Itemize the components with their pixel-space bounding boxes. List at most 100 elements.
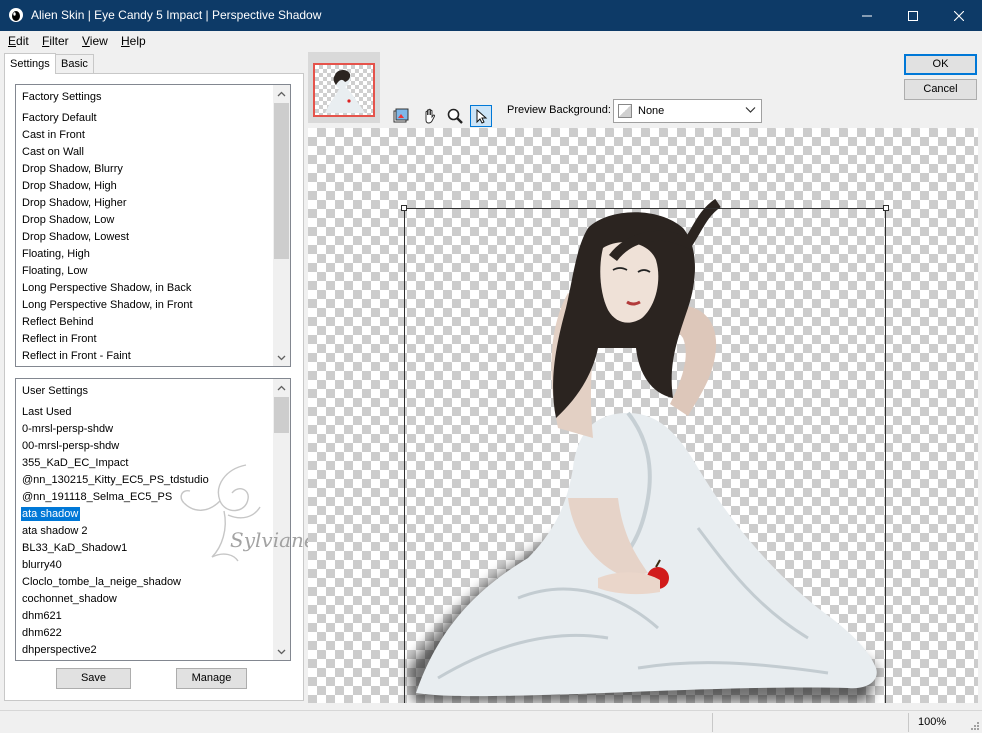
list-item-label: Drop Shadow, Blurry [22, 163, 123, 175]
scroll-thumb[interactable] [274, 397, 289, 433]
tab-settings[interactable]: Settings [4, 53, 56, 74]
preview-thumbnail[interactable] [313, 63, 375, 117]
list-item-label: 00-mrsl-persp-shdw [22, 440, 120, 452]
list-item[interactable]: blurry40 [16, 557, 273, 574]
user-scrollbar[interactable] [273, 379, 290, 660]
scroll-up-button[interactable] [273, 85, 290, 102]
factory-settings-header: Factory Settings [22, 91, 102, 103]
user-settings-items: Last Used 0-mrsl-persp-shdw 00-mrsl-pers… [16, 404, 273, 659]
selection-handle[interactable] [401, 205, 407, 211]
list-item[interactable]: Drop Shadow, Lowest [16, 229, 273, 246]
list-item[interactable]: Cloclo_tombe_la_neige_shadow [16, 574, 273, 591]
list-item-label: Reflect Behind [22, 316, 94, 328]
factory-scrollbar[interactable] [273, 85, 290, 366]
menu-filter[interactable]: Filter [42, 34, 69, 48]
scroll-down-button[interactable] [273, 349, 290, 366]
preview-background-select[interactable]: None [613, 99, 762, 123]
list-item-label: cochonnet_shadow [22, 593, 117, 605]
list-item[interactable]: Long Perspective Shadow, in Front [16, 297, 273, 314]
menu-edit[interactable]: Edit [8, 34, 29, 48]
ok-button[interactable]: OK [904, 54, 977, 75]
list-item-label: dhperspective2 [22, 644, 97, 656]
list-item[interactable]: Factory Default [16, 110, 273, 127]
factory-settings-list[interactable]: Factory Settings Factory Default Cast in… [15, 84, 291, 367]
menu-view[interactable]: View [82, 34, 108, 48]
pointer-tool-button[interactable] [470, 105, 492, 127]
list-item[interactable]: Floating, Low [16, 263, 273, 280]
list-item-label: BL33_KaD_Shadow1 [22, 542, 128, 554]
scroll-thumb[interactable] [274, 103, 289, 259]
menu-help[interactable]: Help [121, 34, 146, 48]
minimize-icon [862, 15, 872, 16]
list-item[interactable]: Reflect in Front - Faint [16, 348, 273, 365]
list-item-label: Reflect in Front [22, 333, 97, 345]
list-item-selected[interactable]: ata shadow [16, 506, 273, 523]
cancel-button[interactable]: Cancel [904, 79, 977, 100]
list-item-label: Reflect in Front - Faint [22, 350, 131, 362]
scroll-down-button[interactable] [273, 643, 290, 660]
tab-basic[interactable]: Basic [55, 54, 94, 74]
toggle-preview-button[interactable] [390, 105, 412, 127]
factory-settings-items: Factory Default Cast in Front Cast on Wa… [16, 110, 273, 365]
save-button[interactable]: Save [56, 668, 131, 689]
status-bar: 100% [0, 710, 982, 733]
list-item[interactable]: Cast in Front [16, 127, 273, 144]
list-item[interactable]: 355_KaD_EC_Impact [16, 455, 273, 472]
list-item-label: Long Perspective Shadow, in Front [22, 299, 193, 311]
scroll-up-button[interactable] [273, 379, 290, 396]
zoom-tool-button[interactable] [444, 105, 466, 127]
list-item-label: Last Used [22, 406, 72, 418]
list-item-label: Floating, Low [22, 265, 88, 277]
hand-tool-button[interactable] [419, 105, 441, 127]
list-item-label: Drop Shadow, Higher [22, 197, 127, 209]
thumbnail-figure [325, 69, 365, 113]
list-item-label: Long Perspective Shadow, in Back [22, 282, 192, 294]
menu-edit-label: dit [16, 34, 29, 48]
list-item[interactable]: Last Used [16, 404, 273, 421]
selection-rectangle[interactable] [404, 208, 886, 703]
list-item[interactable]: ata shadow 2 [16, 523, 273, 540]
chevron-up-icon [277, 385, 286, 390]
maximize-icon [908, 10, 918, 21]
user-settings-list[interactable]: User Settings Last Used 0-mrsl-persp-shd… [15, 378, 291, 661]
chevron-down-icon [277, 355, 286, 360]
user-settings-header: User Settings [22, 385, 89, 397]
list-item[interactable]: dhm621 [16, 608, 273, 625]
list-item[interactable]: 00-mrsl-persp-shdw [16, 438, 273, 455]
minimize-button[interactable] [844, 0, 890, 31]
chevron-down-icon [745, 107, 756, 113]
list-item[interactable]: cochonnet_shadow [16, 591, 273, 608]
list-item[interactable]: Floating, High [16, 246, 273, 263]
list-item[interactable]: Drop Shadow, Low [16, 212, 273, 229]
list-item[interactable]: Drop Shadow, Higher [16, 195, 273, 212]
list-item[interactable]: dhm622 [16, 625, 273, 642]
list-item[interactable]: Reflect Behind [16, 314, 273, 331]
list-item-label: Factory Default [22, 112, 97, 124]
resize-grip-icon[interactable] [969, 720, 979, 730]
list-item[interactable]: BL33_KaD_Shadow1 [16, 540, 273, 557]
zoom-level: 100% [918, 716, 947, 728]
list-item[interactable]: Drop Shadow, High [16, 178, 273, 195]
list-item-label: dhm621 [22, 610, 62, 622]
selection-handle[interactable] [883, 205, 889, 211]
list-item[interactable]: Long Perspective Shadow, in Back [16, 280, 273, 297]
list-item-label: 0-mrsl-persp-shdw [22, 423, 114, 435]
preview-canvas[interactable] [308, 128, 978, 703]
manage-button[interactable]: Manage [176, 668, 247, 689]
list-item[interactable]: dhperspective2 [16, 642, 273, 659]
hand-icon [425, 108, 436, 124]
list-item[interactable]: @nn_191118_Selma_EC5_PS [16, 489, 273, 506]
list-item[interactable]: @nn_130215_Kitty_EC5_PS_tdstudio [16, 472, 273, 489]
list-item-label: Cloclo_tombe_la_neige_shadow [22, 576, 182, 588]
maximize-button[interactable] [890, 0, 936, 31]
list-item[interactable]: Drop Shadow, Blurry [16, 161, 273, 178]
chevron-down-icon [277, 649, 286, 654]
preview-background-value: None [638, 105, 665, 117]
list-item-label: Floating, High [22, 248, 90, 260]
list-item[interactable]: 0-mrsl-persp-shdw [16, 421, 273, 438]
list-item[interactable]: Cast on Wall [16, 144, 273, 161]
list-item-label: blurry40 [22, 559, 62, 571]
close-button[interactable] [936, 0, 982, 31]
list-item-label: @nn_130215_Kitty_EC5_PS_tdstudio [22, 474, 209, 486]
list-item[interactable]: Reflect in Front [16, 331, 273, 348]
